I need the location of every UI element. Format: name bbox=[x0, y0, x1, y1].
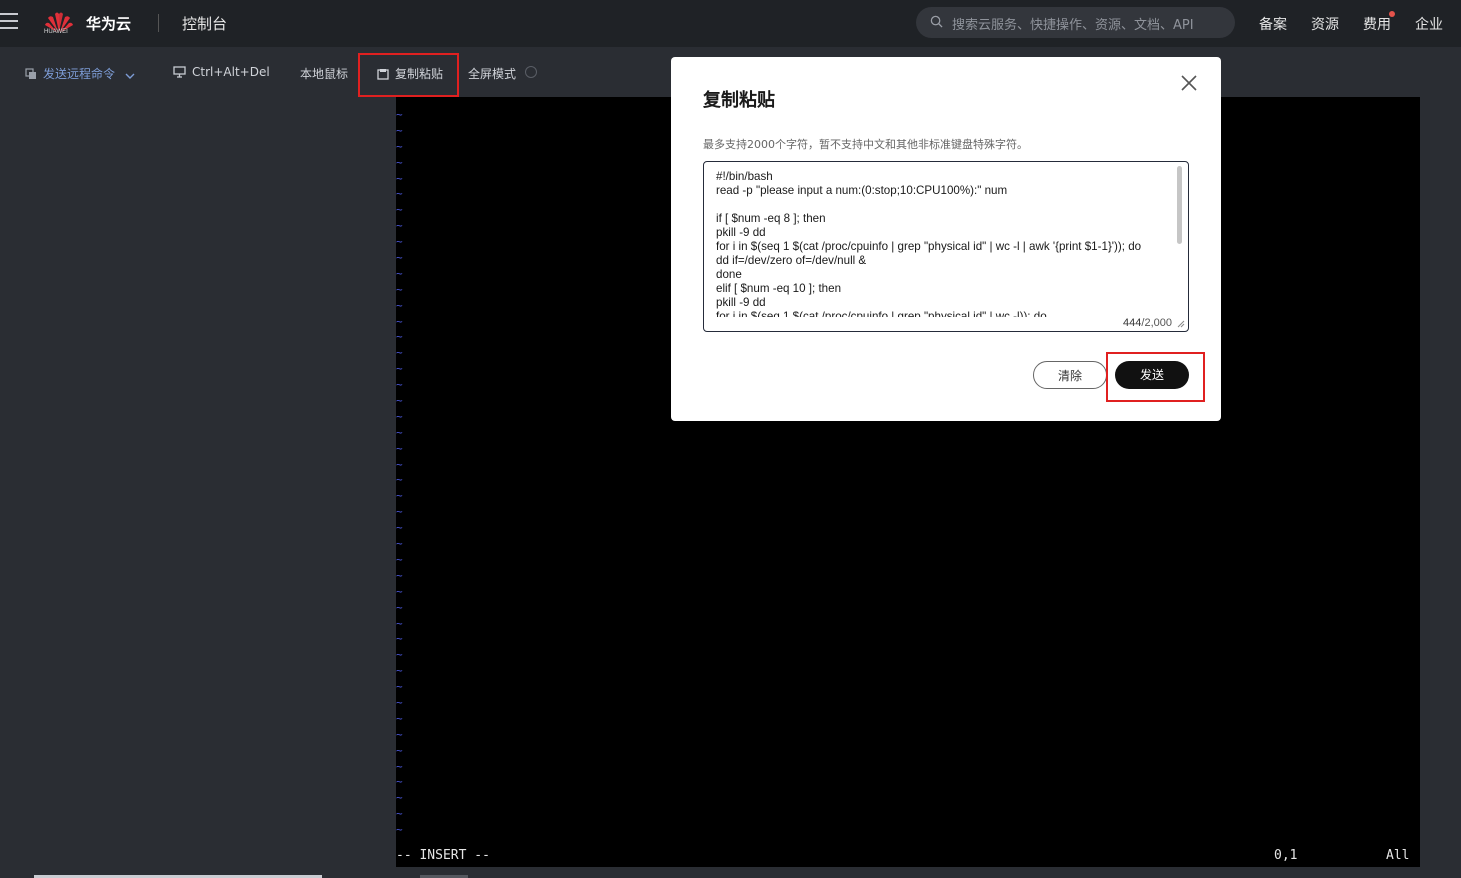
vim-tilde-line: ~ bbox=[396, 695, 403, 709]
vim-tilde-line: ~ bbox=[396, 457, 403, 471]
vim-cursor-position: 0,1 bbox=[1274, 848, 1298, 863]
send-remote-command-dropdown[interactable]: 发送远程命令 bbox=[25, 65, 135, 82]
vim-tilde-line: ~ bbox=[396, 219, 403, 233]
console-link[interactable]: 控制台 bbox=[182, 13, 227, 34]
character-limit: /2,000 bbox=[1141, 317, 1172, 329]
vim-tilde-line: ~ bbox=[396, 680, 403, 694]
vim-tilde-line: ~ bbox=[396, 791, 403, 805]
textarea-scrollbar[interactable] bbox=[1177, 166, 1182, 244]
search-placeholder: 搜索云服务、快捷操作、资源、文档、API bbox=[952, 18, 1194, 33]
vim-tilde-line: ~ bbox=[396, 664, 403, 678]
global-search-input[interactable]: 搜索云服务、快捷操作、资源、文档、API bbox=[916, 7, 1235, 38]
vim-tilde-line: ~ bbox=[396, 648, 403, 662]
vim-empty-lines: ~ ~ ~ ~ ~ ~ ~ ~ ~ ~ ~ ~ ~ ~ ~ ~ ~ ~ ~ ~ ~ ~ ~ ~ ~ ~ ~ ~ ~ ~ ~ ~ ~ ~ ~ ~ ~ ~ ~ ~… bbox=[396, 107, 408, 838]
fullscreen-button[interactable]: 全屏模式 bbox=[468, 65, 516, 82]
monitor-icon bbox=[173, 66, 186, 78]
vim-tilde-line: ~ bbox=[396, 632, 403, 646]
vim-tilde-line: ~ bbox=[396, 521, 403, 535]
vim-tilde-line: ~ bbox=[396, 711, 403, 725]
vim-tilde-line: ~ bbox=[396, 314, 403, 328]
paste-textarea[interactable]: #!/bin/bash read -p "please input a num:… bbox=[703, 161, 1189, 332]
vim-tilde-line: ~ bbox=[396, 759, 403, 773]
vim-tilde-line: ~ bbox=[396, 139, 403, 153]
vim-tilde-line: ~ bbox=[396, 441, 403, 455]
vim-tilde-line: ~ bbox=[396, 473, 403, 487]
resize-handle-icon[interactable] bbox=[1177, 320, 1185, 328]
divider bbox=[158, 14, 159, 32]
vim-tilde-line: ~ bbox=[396, 489, 403, 503]
vim-tilde-line: ~ bbox=[396, 409, 403, 423]
vim-tilde-line: ~ bbox=[396, 537, 403, 551]
vim-tilde-line: ~ bbox=[396, 187, 403, 201]
ctrl-alt-del-label: Ctrl+Alt+Del bbox=[192, 65, 270, 79]
nav-billing[interactable]: 费用 bbox=[1363, 14, 1391, 34]
vim-tilde-line: ~ bbox=[396, 330, 403, 344]
vim-tilde-line: ~ bbox=[396, 727, 403, 741]
character-count-value: 444 bbox=[1123, 317, 1142, 329]
vim-tilde-line: ~ bbox=[396, 203, 403, 217]
vim-tilde-line: ~ bbox=[396, 552, 403, 566]
vim-scroll-indicator: All bbox=[1386, 848, 1410, 863]
vim-tilde-line: ~ bbox=[396, 823, 403, 837]
clear-button[interactable]: 清除 bbox=[1033, 361, 1107, 389]
copy-paste-highlight-box bbox=[358, 53, 459, 97]
local-mouse-button[interactable]: 本地鼠标 bbox=[300, 65, 348, 82]
vim-tilde-line: ~ bbox=[396, 298, 403, 312]
vim-tilde-line: ~ bbox=[396, 505, 403, 519]
fullscreen-label: 全屏模式 bbox=[468, 67, 517, 81]
send-highlight-box bbox=[1106, 352, 1205, 402]
vim-tilde-line: ~ bbox=[396, 743, 403, 757]
local-mouse-label: 本地鼠标 bbox=[300, 67, 349, 81]
character-count: 444/2,000 bbox=[1123, 317, 1172, 329]
ctrl-alt-del-button[interactable]: Ctrl+Alt+Del bbox=[173, 65, 270, 79]
vim-tilde-line: ~ bbox=[396, 600, 403, 614]
vim-tilde-line: ~ bbox=[396, 584, 403, 598]
vim-tilde-line: ~ bbox=[396, 171, 403, 185]
vim-tilde-line: ~ bbox=[396, 108, 403, 121]
vim-tilde-line: ~ bbox=[396, 362, 403, 376]
vim-tilde-line: ~ bbox=[396, 378, 403, 392]
brand-name[interactable]: 华为云 bbox=[86, 13, 131, 34]
send-remote-command-label: 发送远程命令 bbox=[43, 67, 116, 81]
notification-dot bbox=[1389, 11, 1395, 17]
vim-mode-indicator: -- INSERT -- bbox=[396, 848, 490, 863]
search-icon bbox=[930, 15, 943, 28]
help-icon[interactable] bbox=[525, 66, 537, 78]
close-icon[interactable] bbox=[1180, 74, 1198, 92]
vim-tilde-line: ~ bbox=[396, 616, 403, 630]
chevron-down-icon bbox=[125, 73, 135, 79]
vim-tilde-line: ~ bbox=[396, 251, 403, 265]
nav-beian[interactable]: 备案 bbox=[1259, 14, 1287, 34]
vim-tilde-line: ~ bbox=[396, 282, 403, 296]
paste-content[interactable]: #!/bin/bash read -p "please input a num:… bbox=[716, 170, 1171, 317]
vim-tilde-line: ~ bbox=[396, 425, 403, 439]
command-icon bbox=[25, 68, 36, 79]
dialog-title: 复制粘贴 bbox=[703, 90, 775, 111]
nav-enterprise[interactable]: 企业 bbox=[1415, 14, 1443, 34]
vim-tilde-line: ~ bbox=[396, 266, 403, 280]
vim-tilde-line: ~ bbox=[396, 346, 403, 360]
vim-tilde-line: ~ bbox=[396, 235, 403, 249]
hamburger-menu-icon[interactable] bbox=[0, 13, 20, 31]
vim-tilde-line: ~ bbox=[396, 775, 403, 789]
nav-resources[interactable]: 资源 bbox=[1311, 14, 1339, 34]
vim-tilde-line: ~ bbox=[396, 394, 403, 408]
vim-tilde-line: ~ bbox=[396, 807, 403, 821]
dialog-hint: 最多支持2000个字符，暂不支持中文和其他非标准键盘特殊字符。 bbox=[703, 138, 1028, 151]
vim-tilde-line: ~ bbox=[396, 155, 403, 169]
copy-paste-dialog: 复制粘贴 最多支持2000个字符，暂不支持中文和其他非标准键盘特殊字符。 #!/… bbox=[671, 57, 1221, 421]
top-header: HUAWEI 华为云 控制台 搜索云服务、快捷操作、资源、文档、API 备案 资… bbox=[0, 0, 1461, 47]
vim-tilde-line: ~ bbox=[396, 568, 403, 582]
vim-tilde-line: ~ bbox=[396, 123, 403, 137]
logo-caption: HUAWEI bbox=[44, 29, 68, 35]
